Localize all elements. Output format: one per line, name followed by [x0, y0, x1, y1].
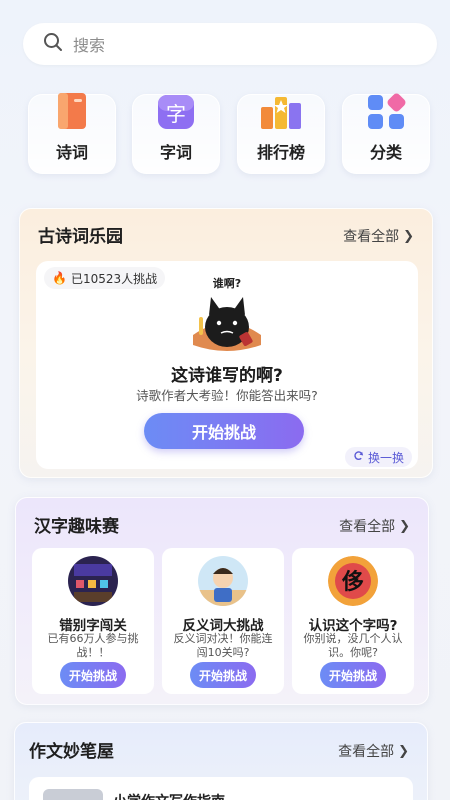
essay-section: 作文妙笔屋 查看全部 ❯ 小学作文写作指南 [14, 722, 428, 800]
search-input[interactable]: 搜索 [23, 23, 437, 65]
quick-entry-categories[interactable]: 分类 [342, 91, 430, 174]
view-all-label: 查看全部 [338, 744, 395, 760]
search-icon [43, 32, 63, 56]
hanzi-section: 汉字趣味赛 查看全部 ❯ 错别字闯关 已有66万人参与挑战！！ 开始挑战 反义词… [15, 497, 429, 705]
essay-thumbnail [43, 789, 103, 800]
game-card-recognize[interactable]: 侈 认识这个字吗? 你别说，没几个人认识。你呢? 开始挑战 [292, 548, 414, 694]
flame-icon: 🔥 [52, 271, 67, 285]
swap-label: 换一换 [367, 450, 404, 465]
chevron-right-icon: ❯ [403, 228, 414, 244]
view-all-label: 查看全部 [343, 229, 400, 245]
start-challenge-button[interactable]: 开始挑战 [60, 662, 126, 688]
game-card-typo[interactable]: 错别字闯关 已有66万人参与挑战！！ 开始挑战 [32, 548, 154, 694]
essay-list-item[interactable]: 小学作文写作指南 [29, 777, 413, 800]
refresh-icon [353, 450, 364, 464]
svg-text:字: 字 [166, 102, 186, 126]
antonym-game-thumbnail [198, 556, 248, 606]
quick-entry-leaderboard[interactable]: 排行榜 [237, 94, 325, 174]
chevron-right-icon: ❯ [399, 518, 410, 534]
chevron-right-icon: ❯ [398, 743, 409, 759]
view-all-link[interactable]: 查看全部 ❯ [339, 516, 410, 536]
cat-mascot-illustration: 谁啊? [181, 275, 273, 363]
participants-badge: 🔥 已10523人挑战 [44, 267, 166, 289]
quick-entry-label: 排行榜 [256, 143, 305, 162]
quick-entry-label: 字词 [159, 143, 192, 162]
quick-entry-label: 分类 [369, 143, 402, 162]
section-title: 作文妙笔屋 [29, 742, 114, 762]
thumbnail-glyph: 侈 [341, 569, 364, 595]
game-title: 认识这个字吗? [308, 618, 398, 634]
swap-button[interactable]: 换一换 [344, 447, 412, 467]
poem-section: 古诗词乐园 查看全部 ❯ 🔥 已10523人挑战 谁啊? 这诗谁写的啊? 诗歌作… [19, 208, 433, 478]
book-icon [52, 91, 92, 137]
view-all-link[interactable]: 查看全部 ❯ [338, 741, 409, 761]
leaderboard-icon [258, 91, 304, 137]
game-description: 你别说，没几个人认识。你呢? [303, 632, 403, 659]
view-all-link[interactable]: 查看全部 ❯ [343, 226, 414, 246]
participants-count: 已10523人挑战 [70, 271, 158, 286]
section-title: 古诗词乐园 [38, 227, 123, 247]
game-description: 已有66万人参与挑战！！ [47, 632, 139, 659]
essay-item-title: 小学作文写作指南 [113, 791, 225, 800]
recognize-game-thumbnail: 侈 [328, 556, 378, 606]
character-icon: 字 [154, 91, 198, 137]
search-placeholder: 搜索 [73, 36, 106, 55]
section-title: 汉字趣味赛 [34, 517, 119, 537]
poem-quiz-card[interactable]: 🔥 已10523人挑战 谁啊? 这诗谁写的啊? 诗歌作者大考验！你能答出来吗? … [36, 261, 418, 469]
game-card-antonym[interactable]: 反义词大挑战 反义词对决！你能连闯10关吗? 开始挑战 [162, 548, 284, 694]
quick-entry-words[interactable]: 字 字词 [132, 94, 220, 174]
typo-game-thumbnail [68, 556, 118, 606]
game-title: 错别字闯关 [59, 618, 127, 634]
game-description: 反义词对决！你能连闯10关吗? [173, 632, 273, 659]
game-title: 反义词大挑战 [182, 618, 264, 634]
quick-entries: 诗词 字 字词 排行榜 分类 [0, 91, 450, 178]
category-grid-icon [364, 91, 408, 137]
view-all-label: 查看全部 [339, 519, 396, 535]
start-challenge-button[interactable]: 开始挑战 [320, 662, 386, 688]
quick-entry-label: 诗词 [55, 143, 88, 162]
start-challenge-button[interactable]: 开始挑战 [190, 662, 256, 688]
mascot-caption: 谁啊? [213, 276, 241, 290]
quiz-title: 这诗谁写的啊? [171, 366, 283, 386]
start-challenge-button[interactable]: 开始挑战 [144, 413, 304, 449]
quick-entry-poems[interactable]: 诗词 [28, 91, 116, 174]
quiz-subtitle: 诗歌作者大考验！你能答出来吗? [136, 388, 318, 403]
